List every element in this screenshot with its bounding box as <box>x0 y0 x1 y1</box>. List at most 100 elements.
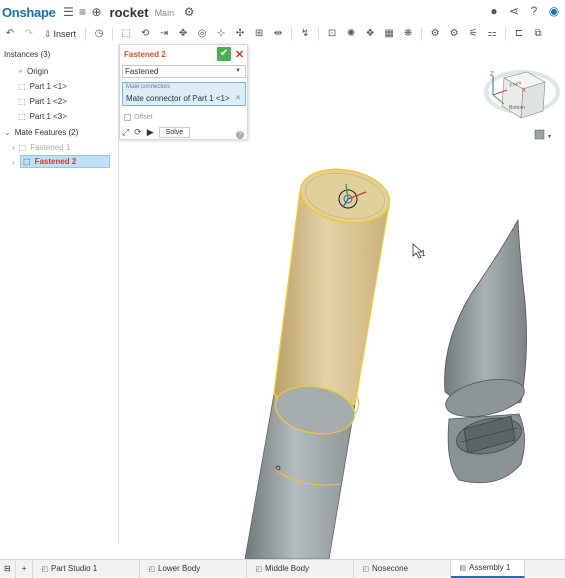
flip-primary-axis-icon[interactable]: ⤢ <box>122 127 129 138</box>
mate-connectors-field[interactable]: Mate connectors Mate connector of Part 1… <box>122 82 246 106</box>
chat-icon[interactable]: ● <box>487 4 501 18</box>
group-icon[interactable]: ✺ <box>343 26 359 42</box>
plus-icon: + <box>21 564 27 573</box>
toolbar-separator <box>85 27 87 41</box>
instance-part-3[interactable]: ⬚ Part 1 <3> <box>18 112 67 121</box>
tab-label: Part Studio 1 <box>51 564 98 573</box>
pin-slot-mate-icon[interactable]: ⊹ <box>213 26 229 42</box>
cylindrical-mate-icon[interactable]: ◎ <box>194 26 210 42</box>
help-icon[interactable]: ? <box>527 4 541 18</box>
instance-label: Part 1 <1> <box>29 82 67 91</box>
offset-checkbox-box[interactable] <box>124 114 131 121</box>
ball-mate-icon[interactable]: ✣ <box>232 26 248 42</box>
tab-assembly-1[interactable]: ▤ Assembly 1 <box>451 559 526 578</box>
mate-fastened-1[interactable]: › ⬚ Fastened 1 <box>12 143 70 152</box>
tab-part-studio-1[interactable]: ◰ Part Studio 1 <box>33 559 141 578</box>
part-icon: ⬚ <box>18 112 26 121</box>
linear-relation-icon[interactable]: ⚏ <box>484 26 500 42</box>
nosecone-part[interactable] <box>442 218 527 484</box>
tab-manager-button[interactable]: ⊟ <box>0 559 16 578</box>
pattern-icon[interactable]: ▦ <box>381 26 397 42</box>
dialog-title: Fastened 2 <box>124 50 166 59</box>
undo-icon[interactable]: ↶ <box>2 26 18 42</box>
insert-button[interactable]: ⇩ Insert <box>44 29 76 40</box>
user-avatar-icon[interactable]: ◉ <box>547 4 561 18</box>
axis-x-label: X <box>522 88 526 94</box>
gear-relation-icon[interactable]: ⚙ <box>427 26 443 42</box>
copy-icon[interactable]: ⧉ <box>530 26 546 42</box>
globe-icon[interactable]: ⚙ <box>182 5 196 19</box>
instances-header[interactable]: Instances (3) <box>4 50 50 59</box>
fastened-mate-icon[interactable]: ⬚ <box>118 26 134 42</box>
tab-nosecone[interactable]: ◰ Nosecone <box>354 559 452 578</box>
instances-panel: Instances (3) ∘ Origin ⬚ Part 1 <1> ⬚ Pa… <box>0 44 119 544</box>
origin-icon: ∘ <box>18 67 24 76</box>
mate-type-select[interactable]: Fastened ▼ <box>122 65 246 78</box>
tab-manager-icon: ⊟ <box>4 564 11 573</box>
share-icon[interactable]: ⋖ <box>507 4 521 18</box>
help-icon[interactable]: ? <box>236 131 244 139</box>
tab-middle-body[interactable]: ◰ Middle Body <box>247 559 355 578</box>
instance-origin[interactable]: ∘ Origin <box>18 67 48 76</box>
toolbar-separator <box>291 27 293 41</box>
mate-fastened-2[interactable]: ⬚ Fastened 2 <box>20 155 110 168</box>
mate-features-label: Mate Features (2) <box>14 128 79 137</box>
measure-icon[interactable]: ↯ <box>297 26 313 42</box>
solve-button[interactable]: Solve <box>158 127 191 138</box>
mate-label: Fastened 2 <box>34 157 77 166</box>
slider-mate-icon[interactable]: ⇥ <box>156 26 172 42</box>
part-studio-icon: ◰ <box>255 565 262 573</box>
feature-list-icon[interactable]: ≡ <box>76 5 90 19</box>
tangent-mate-icon[interactable]: ⇹ <box>270 26 286 42</box>
insert-icon: ⇩ <box>44 28 52 39</box>
cancel-button[interactable]: ✕ <box>235 48 244 61</box>
mate-connector-icon[interactable]: ⊡ <box>324 26 340 42</box>
tab-lower-body[interactable]: ◰ Lower Body <box>140 559 248 578</box>
instance-part-2[interactable]: ⬚ Part 1 <2> <box>18 97 67 106</box>
animate-play-icon[interactable]: ▶ <box>147 127 154 138</box>
rotate-arrow-right-icon[interactable] <box>555 90 559 94</box>
confirm-button[interactable]: ✔ <box>217 47 231 61</box>
tab-label: Middle Body <box>265 564 310 573</box>
menu-icon[interactable]: ☰ <box>62 5 76 19</box>
section-view-icon[interactable]: ⊏ <box>511 26 527 42</box>
rotate-arrow-left-icon[interactable] <box>485 90 489 94</box>
instance-part-1[interactable]: ⬚ Part 1 <1> <box>18 82 67 91</box>
mate-actions: ⤢ ⟳ ▶ Solve <box>122 127 191 138</box>
replicate-icon[interactable]: ❖ <box>362 26 378 42</box>
history-icon[interactable]: ◷ <box>91 26 107 42</box>
reorient-secondary-axis-icon[interactable]: ⟳ <box>134 127 142 138</box>
view-cube[interactable]: Front Bottom Z X <box>484 70 560 119</box>
add-tab-button[interactable]: + <box>16 559 34 578</box>
screw-relation-icon[interactable]: ⚟ <box>465 26 481 42</box>
toolbar-separator <box>421 27 423 41</box>
clear-connector-icon[interactable]: ✕ <box>235 94 241 102</box>
expand-chevron-icon: › <box>12 158 15 167</box>
expand-chevron[interactable]: › <box>12 158 15 167</box>
chevron-down-icon: ▾ <box>548 133 551 140</box>
offset-checkbox[interactable]: Offset <box>124 114 153 121</box>
redo-icon[interactable]: ↷ <box>21 26 37 42</box>
render-mode-dropdown[interactable]: ▾ <box>534 129 551 140</box>
planar-mate-icon[interactable]: ✥ <box>175 26 191 42</box>
revolute-mate-icon[interactable]: ⟲ <box>137 26 153 42</box>
cursor-count: 1 <box>421 249 426 258</box>
assembly-icon: ▤ <box>459 564 466 572</box>
mate-features-header[interactable]: ⌄ Mate Features (2) <box>4 128 78 137</box>
part-icon: ⬚ <box>18 97 26 106</box>
instance-label: Part 1 <2> <box>29 97 67 106</box>
document-name[interactable]: rocket <box>110 5 149 20</box>
rack-pinion-icon[interactable]: ⚙ <box>446 26 462 42</box>
insert-label: Insert <box>53 29 77 39</box>
middle-body-part[interactable] <box>272 163 394 440</box>
instance-label: Part 1 <3> <box>29 112 67 121</box>
onshape-logo[interactable]: Onshape <box>2 5 56 20</box>
offset-label: Offset <box>134 114 153 121</box>
fastened-mate-icon: ⬚ <box>18 143 27 152</box>
workspace-name[interactable]: Main <box>155 8 175 18</box>
parallel-mate-icon[interactable]: ⊞ <box>251 26 267 42</box>
explode-icon[interactable]: ❋ <box>400 26 416 42</box>
add-component-icon[interactable]: ⊕ <box>90 5 104 19</box>
toolbar-separator <box>505 27 507 41</box>
mate-label: Fastened 1 <box>30 143 71 152</box>
